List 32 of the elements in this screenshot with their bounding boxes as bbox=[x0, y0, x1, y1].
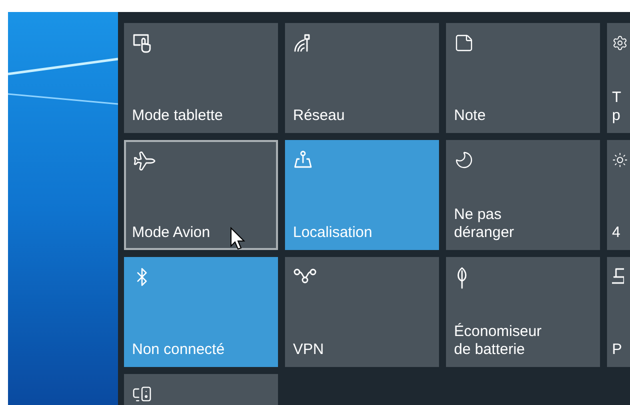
quick-action-tile[interactable]: Note bbox=[446, 23, 600, 133]
moon-icon bbox=[454, 150, 474, 170]
note-icon bbox=[454, 33, 474, 53]
tablet-hand-icon bbox=[132, 33, 152, 53]
quick-action-tile[interactable]: Mode Avion bbox=[124, 140, 278, 250]
quick-action-tile[interactable]: Réseau bbox=[285, 23, 439, 133]
tile-label: P bbox=[612, 341, 622, 359]
settings-icon bbox=[612, 33, 628, 53]
tile-label: Économiseur de batterie bbox=[454, 323, 542, 359]
mouse-cursor-icon bbox=[230, 227, 246, 251]
tile-label: Ne pas déranger bbox=[454, 206, 514, 242]
quick-action-tile[interactable]: VPN bbox=[285, 257, 439, 367]
tile-label: Localisation bbox=[293, 224, 372, 242]
quick-action-tile[interactable]: Mode tablette bbox=[124, 23, 278, 133]
quick-action-tile[interactable]: P bbox=[607, 257, 630, 367]
tile-label: VPN bbox=[293, 341, 324, 359]
tile-label: Non connecté bbox=[132, 341, 225, 359]
connect-icon bbox=[132, 384, 152, 403]
tile-label: Mode Avion bbox=[132, 224, 210, 242]
tile-label: Note bbox=[454, 107, 486, 125]
brightness-icon bbox=[612, 150, 628, 170]
vpn-icon bbox=[293, 267, 317, 285]
tile-label: Réseau bbox=[293, 107, 345, 125]
quick-action-tile[interactable]: 4 bbox=[607, 140, 630, 250]
quick-action-tile[interactable]: Économiseur de batterie bbox=[446, 257, 600, 367]
tile-label: T p bbox=[612, 89, 622, 125]
tile-label: 4 bbox=[612, 224, 620, 242]
quick-action-tile[interactable]: Ne pas déranger bbox=[446, 140, 600, 250]
quick-action-tile[interactable]: T p bbox=[607, 23, 630, 133]
quick-action-tile[interactable] bbox=[124, 374, 278, 405]
tile-label: Mode tablette bbox=[132, 107, 223, 125]
map-pin-icon bbox=[293, 150, 313, 170]
